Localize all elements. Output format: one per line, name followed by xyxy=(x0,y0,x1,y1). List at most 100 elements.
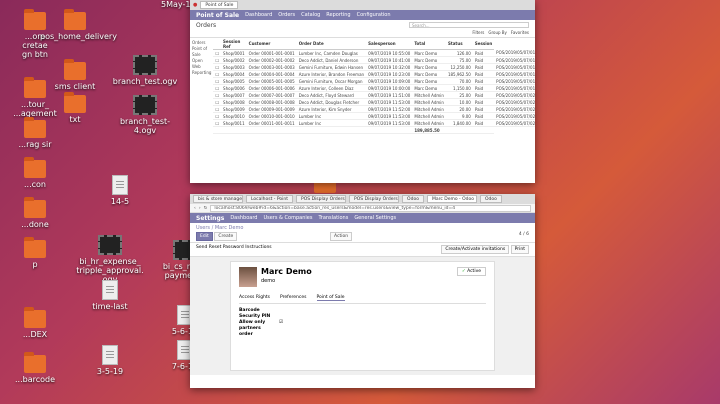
reload-icon[interactable]: ↻ xyxy=(204,206,208,211)
filter-button[interactable]: Filters xyxy=(472,30,484,35)
action-dropdown[interactable]: Action xyxy=(330,232,353,241)
table-cell: 09/07/2019 11:52:00 xyxy=(366,105,413,113)
row-checkbox[interactable]: ☐ xyxy=(213,119,222,127)
table-row[interactable]: ☐ Shop/0009 Order 00009-001-0009 Azure Inte… xyxy=(213,105,535,113)
column-header[interactable]: Total xyxy=(412,38,446,50)
column-header[interactable]: Session xyxy=(472,38,495,50)
user-name[interactable]: Marc Demo xyxy=(261,267,312,276)
row-checkbox[interactable]: ☐ xyxy=(213,112,222,120)
edit-button[interactable]: Edit xyxy=(196,232,213,241)
browser-tab[interactable]: Marc Demo - Odoo xyxy=(426,195,477,203)
nav-item[interactable]: Translations xyxy=(318,215,348,221)
desktop-icon[interactable]: ...con xyxy=(0,157,70,189)
desktop-icon[interactable]: ...done xyxy=(0,197,70,229)
form-tab[interactable]: Access Rights xyxy=(239,295,270,301)
window-titlebar[interactable]: ● Point of Sale xyxy=(190,0,535,10)
desktop-icon[interactable]: bi_hr_expense_ tripple_approval. ogv xyxy=(75,235,145,284)
column-header[interactable]: Customer xyxy=(246,38,297,50)
back-icon[interactable]: ‹ xyxy=(194,206,196,211)
app-brand[interactable]: Settings xyxy=(196,215,224,222)
desktop-icon[interactable]: 14-5 xyxy=(85,175,155,206)
desktop-icon[interactable]: ...barcode xyxy=(0,352,70,384)
active-toggle[interactable]: ✓ Active xyxy=(456,267,486,276)
column-header[interactable]: Status xyxy=(445,38,473,50)
row-checkbox[interactable]: ☐ xyxy=(213,77,222,85)
folder-icon xyxy=(24,352,46,373)
side-menu-item[interactable]: Open Web xyxy=(192,58,211,70)
table-cell: Shop/0001 xyxy=(221,49,247,57)
browser-tab[interactable]: Point of Sale xyxy=(200,1,239,9)
desktop-icon[interactable]: branch_test.ogv xyxy=(110,55,180,86)
side-menu-item[interactable]: Reporting xyxy=(192,70,211,76)
row-checkbox[interactable]: ☐ xyxy=(213,105,222,113)
column-header[interactable]: Salesperson xyxy=(366,38,413,50)
browser-tab[interactable]: Odoo xyxy=(479,195,502,203)
browser-tab[interactable]: Localhost - Point xyxy=(246,195,294,203)
url-input[interactable]: localhost:8069/web#id=6&action=base.acti… xyxy=(210,204,531,212)
nav-item[interactable]: Orders xyxy=(278,12,295,18)
row-checkbox[interactable]: ☐ xyxy=(213,70,222,78)
search-input[interactable]: Search... xyxy=(409,22,529,28)
desktop-icon[interactable]: 3-5-19 xyxy=(75,345,145,376)
browser-tab[interactable]: bis & store manager xyxy=(193,195,243,203)
desktop-icon[interactable]: ...rag sir xyxy=(0,117,70,149)
row-checkbox[interactable]: ☐ xyxy=(213,84,222,92)
desktop-icon[interactable]: branch_test-4.ogv xyxy=(110,95,180,135)
filter-button[interactable]: Group By xyxy=(488,30,507,35)
filter-button[interactable]: Favorites xyxy=(511,30,529,35)
row-checkbox[interactable]: ☐ xyxy=(213,49,222,57)
browser-tab[interactable]: POS Display Orders xyxy=(296,195,347,203)
row-checkbox[interactable]: ☐ xyxy=(213,91,222,99)
field-value[interactable]: ☑ xyxy=(279,320,283,332)
row-checkbox[interactable]: ☐ xyxy=(213,98,222,106)
table-row[interactable]: ☐ Shop/0003 Order 00003-001-0003 Gemini Fur… xyxy=(213,63,535,71)
browser-tab[interactable]: Odoo xyxy=(402,195,424,203)
table-row[interactable]: ☐ Shop/0011 Order 00011-001-0011 Lumber Inc… xyxy=(213,119,535,127)
desktop-icon[interactable]: pos_home_delivery xyxy=(40,9,117,41)
column-header[interactable] xyxy=(213,38,222,50)
invitations-button[interactable]: Create/Activate invitations xyxy=(441,245,510,254)
table-row[interactable]: ☐ Shop/0010 Order 00010-001-0010 Lumber Inc… xyxy=(213,112,535,120)
create-button[interactable]: Create xyxy=(214,232,238,241)
app-brand[interactable]: Point of Sale xyxy=(196,12,239,19)
table-row[interactable]: ☐ Shop/0005 Order 00005-001-0005 Gemini Fur… xyxy=(213,77,535,85)
table-row[interactable]: ☐ Shop/0007 Order 00007-001-0007 Deco Addic… xyxy=(213,91,535,99)
table-row[interactable]: ☐ Shop/0008 Order 00008-001-0008 Deco Addic… xyxy=(213,98,535,106)
desktop-icon[interactable]: p xyxy=(0,237,70,269)
forward-icon[interactable]: › xyxy=(199,206,201,211)
nav-item[interactable]: Catalog xyxy=(301,12,320,18)
row-checkbox[interactable]: ☐ xyxy=(213,56,222,64)
row-checkbox[interactable]: ☐ xyxy=(213,63,222,71)
control-panel: Orders Search... Filters Group By Favorite… xyxy=(190,20,535,38)
user-login[interactable]: demo xyxy=(261,278,312,284)
nav-item[interactable]: General Settings xyxy=(354,215,396,221)
column-header[interactable]: Session Ref xyxy=(221,38,247,50)
close-icon[interactable]: ● xyxy=(193,2,197,8)
browser-tab[interactable]: POS Display Orders xyxy=(349,195,400,203)
side-menu: Orders Point of Sale Open Web Reporting xyxy=(190,38,213,134)
column-header[interactable]: Order Date xyxy=(296,38,367,50)
table-row[interactable]: ☐ Shop/0001 Order 00001-001-0001 Lumber Inc… xyxy=(213,49,535,57)
form-tab[interactable]: Preferences xyxy=(280,295,306,301)
table-cell: Mitchell Admin xyxy=(412,98,446,106)
desktop-icon[interactable]: ...DEX xyxy=(0,307,70,339)
table-row[interactable]: ☐ Shop/0006 Order 00006-001-0006 Azure Inte… xyxy=(213,84,535,92)
print-button[interactable]: Print xyxy=(510,245,529,254)
nav-item[interactable]: Dashboard xyxy=(230,215,257,221)
top-navbar: Settings Dashboard Users & Companies Trans… xyxy=(190,213,535,223)
pos-orders-window: ● Point of Sale Point of Sale Dashboard O… xyxy=(190,0,535,183)
side-menu-item[interactable]: Point of Sale xyxy=(192,46,211,58)
url-bar: ‹ › ↻ localhost:8069/web#id=6&action=bas… xyxy=(190,204,535,213)
nav-item[interactable]: Reporting xyxy=(326,12,350,18)
pager[interactable]: 4 / 6 xyxy=(519,232,529,237)
table-row[interactable]: ☐ Shop/0002 Order 00002-001-0002 Deco Addic… xyxy=(213,56,535,64)
reset-password-button[interactable]: Send Reset Password Instructions xyxy=(196,245,272,254)
nav-item[interactable]: Configuration xyxy=(357,12,391,18)
breadcrumb[interactable]: Users / Marc Demo xyxy=(196,225,529,231)
form-tab[interactable]: Point of Sale xyxy=(316,295,345,301)
nav-item[interactable]: Dashboard xyxy=(245,12,272,18)
avatar[interactable] xyxy=(239,267,257,287)
desktop-icon[interactable]: time-last xyxy=(75,280,145,311)
nav-item[interactable]: Users & Companies xyxy=(263,215,312,221)
table-row[interactable]: ☐ Shop/0004 Order 00004-001-0004 Azure Inte… xyxy=(213,70,535,78)
